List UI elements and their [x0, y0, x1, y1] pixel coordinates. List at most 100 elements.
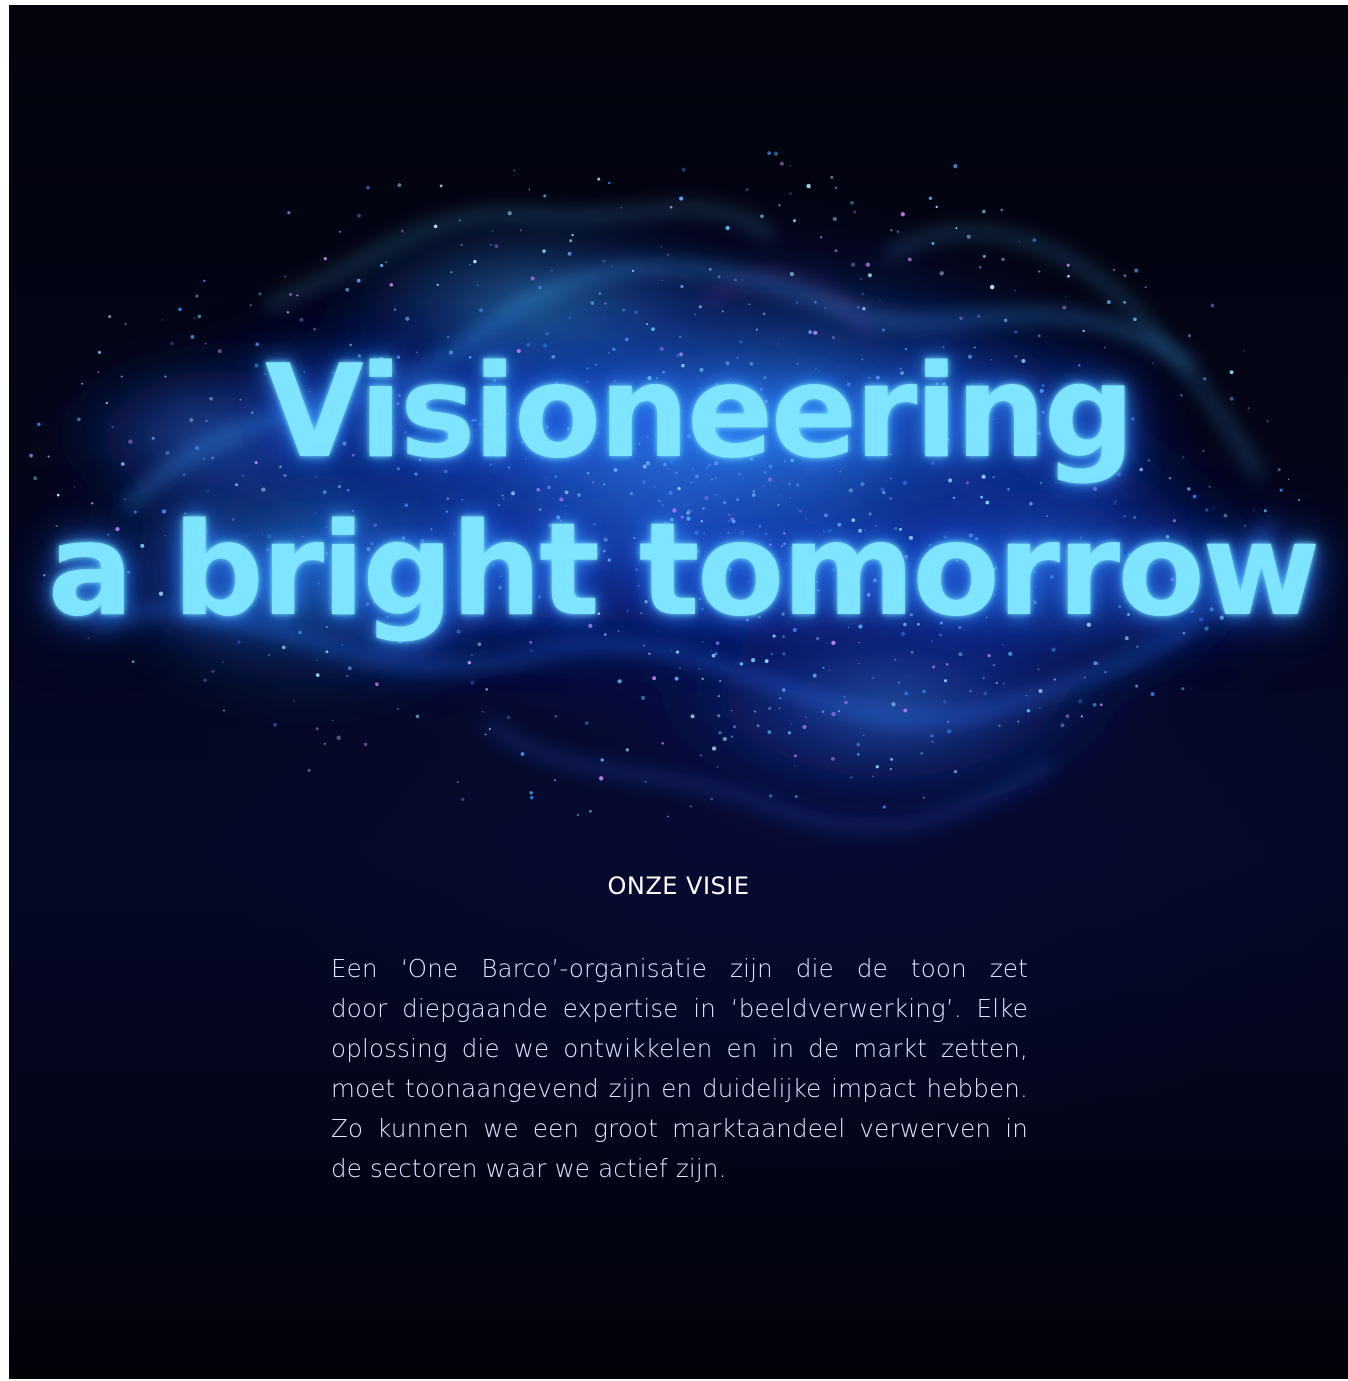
particle-dot: [604, 302, 607, 305]
particle-dot: [708, 267, 712, 271]
particle-dot: [995, 681, 998, 684]
particle-dot: [717, 714, 721, 718]
particle-dot: [792, 219, 797, 223]
particle-dot: [767, 151, 772, 156]
particle-dot: [782, 688, 786, 692]
particle-dot: [590, 301, 595, 305]
particle-dot: [393, 308, 397, 311]
particle-dot: [834, 249, 838, 253]
particle-dot: [982, 676, 985, 680]
particle-dot: [1150, 692, 1155, 697]
particle-dot: [943, 700, 947, 704]
particle-dot: [1000, 208, 1004, 212]
particle-dot: [1104, 670, 1107, 674]
particle-dot: [769, 794, 773, 798]
particle-dot: [896, 230, 900, 233]
particle-dot: [385, 261, 387, 264]
particle-dot: [536, 487, 541, 492]
particle-dot: [287, 211, 291, 215]
particle-dot: [983, 691, 988, 696]
particle-dot: [1067, 274, 1070, 278]
particle-dot: [770, 652, 773, 655]
particle-dot: [674, 676, 679, 681]
particle-dot: [1135, 684, 1139, 688]
particle-dot: [458, 219, 461, 222]
particle-dot: [450, 271, 453, 274]
particle-dot: [903, 708, 908, 713]
particle-dot: [828, 669, 831, 671]
particle-dot: [677, 486, 681, 491]
particle-dot: [889, 767, 892, 771]
particle-dot: [467, 660, 472, 665]
particle-dot: [944, 679, 947, 683]
particle-dot: [1134, 268, 1139, 273]
particle-dot: [307, 768, 311, 772]
particle-dot: [470, 680, 475, 685]
particle-dot: [752, 490, 755, 493]
particle-dot: [511, 491, 515, 496]
particle-dot: [750, 657, 756, 663]
particle-dot: [1051, 647, 1056, 653]
particle-dot: [1099, 703, 1103, 707]
particle-dot: [891, 702, 896, 707]
particle-dot: [1008, 651, 1013, 656]
particle-dot: [545, 332, 549, 336]
particle-dot: [998, 724, 1001, 727]
particle-dot: [577, 813, 580, 817]
particle-dot: [977, 314, 981, 318]
particle-dot: [850, 201, 854, 205]
particle-dot: [969, 689, 972, 693]
particle-dot: [900, 212, 905, 217]
particle-dot: [323, 256, 327, 261]
particle-dot: [1037, 668, 1040, 671]
particle-dot: [773, 151, 779, 156]
particle-dot: [681, 167, 686, 172]
particle-dot: [313, 328, 316, 331]
particle-dot: [768, 706, 772, 711]
particle-dot: [1084, 676, 1086, 679]
particle-dot: [856, 753, 860, 756]
particle-dot: [652, 676, 657, 681]
particle-dot: [871, 676, 874, 680]
particle-dot: [920, 752, 924, 755]
particle-dot: [978, 266, 982, 269]
particle-dot: [779, 161, 784, 166]
particle-dot: [492, 230, 494, 233]
particle-dot: [882, 805, 886, 809]
particle-dot: [698, 668, 700, 670]
particle-dot: [830, 176, 834, 179]
page-background: Visioneering a bright tomorrow ONZE VISI…: [9, 5, 1348, 1379]
particle-dot: [513, 169, 515, 172]
particle-dot: [953, 163, 958, 169]
particle-dot: [161, 319, 164, 321]
particle-dot: [553, 779, 556, 782]
particle-dot: [680, 284, 684, 289]
particle-dot: [789, 192, 792, 195]
paragraph-line: moet toonaangevend zijn en duidelijke im…: [331, 1074, 1028, 1103]
particle-dot: [661, 279, 663, 282]
particle-dot: [857, 662, 860, 665]
particle-dot: [273, 723, 277, 727]
particle-dot: [730, 709, 733, 712]
particle-dot: [1136, 645, 1139, 648]
particle-dot: [494, 244, 499, 248]
particle-dot: [602, 259, 606, 263]
particle-dot: [831, 711, 836, 717]
particle-dot: [528, 188, 531, 190]
particle-dot: [668, 491, 673, 495]
particle-dot: [569, 239, 573, 243]
particle-dot: [947, 720, 950, 723]
paragraph-line: Een ‘One Barco’-organisatie zijn die de …: [331, 954, 1028, 983]
particle-dot: [478, 308, 484, 313]
particle-dot: [268, 654, 271, 656]
particle-dot: [485, 688, 488, 691]
particle-dot: [1014, 330, 1018, 334]
particle-dot: [323, 742, 326, 745]
particle-dot: [476, 284, 479, 287]
particle-dot: [867, 273, 872, 278]
particle-dot: [1144, 286, 1147, 289]
particle-dot: [617, 679, 622, 684]
particle-dot: [564, 490, 569, 495]
particle-dot: [1007, 488, 1010, 491]
particle-dot: [296, 294, 299, 297]
